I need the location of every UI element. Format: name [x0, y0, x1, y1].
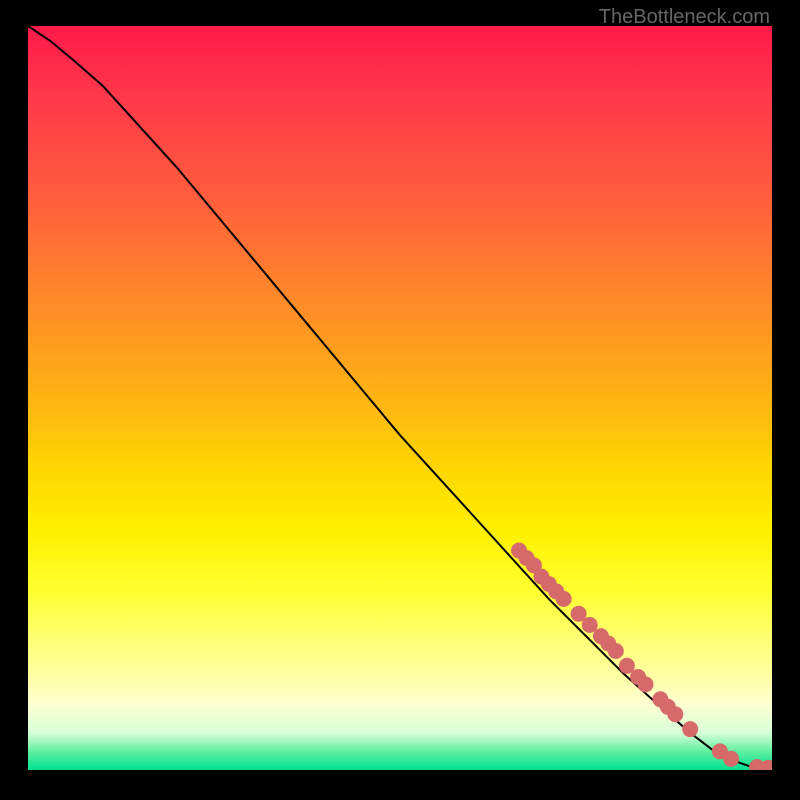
chart-overlay: [28, 26, 772, 770]
data-point: [638, 676, 654, 692]
data-point: [723, 751, 739, 767]
data-point: [682, 721, 698, 737]
watermark-text: TheBottleneck.com: [599, 6, 770, 29]
chart-container: TheBottleneck.com: [0, 0, 800, 800]
data-point: [556, 591, 572, 607]
data-markers: [511, 543, 772, 771]
data-point: [608, 643, 624, 659]
curve-line: [28, 26, 772, 769]
data-point: [667, 706, 683, 722]
